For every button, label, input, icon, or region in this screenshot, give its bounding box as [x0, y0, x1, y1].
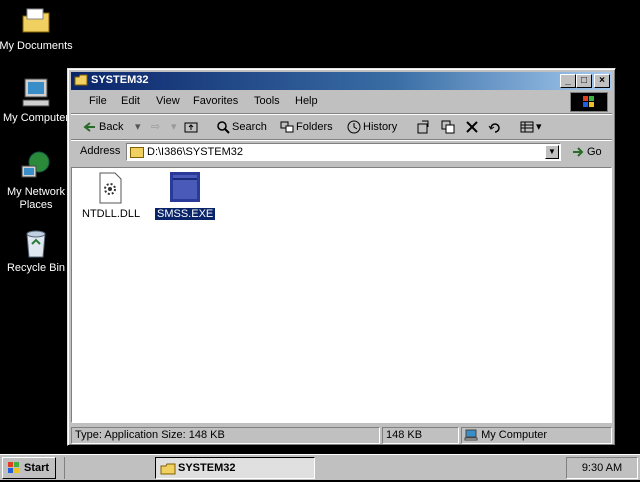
folder-icon	[130, 147, 144, 158]
desktop-icon-my-documents[interactable]: My Documents	[0, 4, 76, 53]
copy-to-icon	[441, 120, 455, 134]
explorer-window: SYSTEM32 _ □ × File Edit View Favorites …	[67, 68, 616, 446]
desktop-icon-label: My Network Places	[6, 186, 66, 211]
folder-icon	[74, 74, 88, 86]
delete-icon	[465, 120, 479, 134]
status-info: Type: Application Size: 148 KB	[71, 427, 380, 444]
desktop-icon-my-computer[interactable]: My Computer	[0, 76, 76, 125]
up-folder-icon	[184, 120, 198, 134]
exe-file-icon	[170, 172, 200, 204]
folders-icon	[280, 120, 294, 134]
address-bar: Address D:\I386\SYSTEM32 ▼ Go	[71, 141, 612, 163]
taskbar-window-button[interactable]: SYSTEM32	[155, 457, 315, 479]
folder-icon	[19, 4, 53, 38]
desktop-icon-recycle-bin[interactable]: Recycle Bin	[0, 226, 76, 275]
file-name: SMSS.EXE	[153, 207, 217, 221]
clock[interactable]: 9:30 AM	[582, 462, 622, 474]
address-value: D:\I386\SYSTEM32	[147, 146, 243, 158]
undo-icon	[488, 120, 502, 134]
folder-icon	[160, 462, 176, 475]
forward-button[interactable]: ⇨	[151, 118, 160, 136]
back-button[interactable]: Back	[83, 118, 123, 136]
back-label: Back	[99, 121, 124, 133]
windows-logo-icon	[570, 92, 608, 112]
menu-edit[interactable]: Edit	[121, 95, 140, 107]
start-button[interactable]: Start	[2, 457, 56, 479]
history-label: History	[363, 121, 398, 133]
status-zone-label: My Computer	[481, 429, 548, 441]
minimize-button[interactable]: _	[560, 74, 576, 88]
recycle-bin-icon	[19, 226, 53, 260]
search-label: Search	[232, 121, 267, 133]
move-to-icon	[416, 120, 430, 134]
dll-file-icon	[95, 172, 125, 204]
history-icon	[347, 120, 361, 134]
status-size: 148 KB	[382, 427, 459, 444]
desktop-icon-label: My Documents	[0, 40, 73, 52]
toolbar: Back ▾ ⇨ ▾ Search Folders History ▾	[71, 115, 612, 139]
start-label: Start	[24, 462, 50, 474]
title-bar[interactable]: SYSTEM32 _ □ ×	[71, 72, 612, 90]
network-icon	[19, 150, 53, 184]
go-label: Go	[587, 146, 602, 158]
forward-dropdown[interactable]: ▾	[171, 118, 177, 136]
menu-tools[interactable]: Tools	[254, 95, 280, 107]
back-dropdown[interactable]: ▾	[135, 118, 141, 136]
go-arrow-icon	[571, 145, 585, 159]
views-icon	[520, 120, 534, 134]
address-label: Address	[80, 145, 121, 157]
maximize-button[interactable]: □	[576, 74, 592, 88]
go-button[interactable]: Go	[571, 143, 602, 161]
back-arrow-icon	[83, 120, 97, 134]
file-item[interactable]: NTDLL.DLL	[80, 172, 140, 220]
menu-help[interactable]: Help	[295, 95, 318, 107]
copy-to-button[interactable]	[441, 118, 457, 136]
file-list: NTDLL.DLL SMSS.EXE	[71, 167, 612, 423]
system-tray: 9:30 AM	[566, 457, 638, 479]
status-bar: Type: Application Size: 148 KB 148 KB My…	[71, 427, 612, 444]
menu-favorites[interactable]: Favorites	[193, 95, 238, 107]
history-button[interactable]: History	[347, 118, 397, 136]
address-input[interactable]: D:\I386\SYSTEM32 ▼	[126, 143, 561, 161]
window-title: SYSTEM32	[91, 74, 149, 86]
desktop-icon-label: Recycle Bin	[6, 262, 66, 274]
taskbar-window-label: SYSTEM32	[178, 462, 236, 474]
file-item-selected[interactable]: SMSS.EXE	[153, 172, 217, 221]
search-icon	[216, 120, 230, 134]
taskbar: Start SYSTEM32 9:30 AM	[0, 454, 640, 480]
computer-icon	[19, 76, 53, 110]
desktop-icon-my-network-places[interactable]: My Network Places	[0, 150, 76, 212]
views-button[interactable]: ▾	[520, 118, 542, 136]
quick-launch	[64, 457, 145, 479]
folders-button[interactable]: Folders	[280, 118, 333, 136]
up-folder-button[interactable]	[184, 118, 200, 136]
windows-flag-icon	[6, 461, 22, 475]
menu-file[interactable]: File	[89, 95, 107, 107]
status-zone: My Computer	[461, 427, 612, 444]
delete-button[interactable]	[465, 118, 481, 136]
close-button[interactable]: ×	[594, 74, 610, 88]
menu-bar: File Edit View Favorites Tools Help	[71, 92, 612, 112]
address-dropdown-button[interactable]: ▼	[545, 145, 559, 159]
undo-button[interactable]	[488, 118, 504, 136]
folders-label: Folders	[296, 121, 333, 133]
menu-view[interactable]: View	[156, 95, 180, 107]
move-to-button[interactable]	[416, 118, 432, 136]
search-button[interactable]: Search	[216, 118, 267, 136]
computer-icon	[464, 429, 478, 441]
desktop-icon-label: My Computer	[2, 112, 70, 124]
file-name: NTDLL.DLL	[82, 208, 141, 220]
